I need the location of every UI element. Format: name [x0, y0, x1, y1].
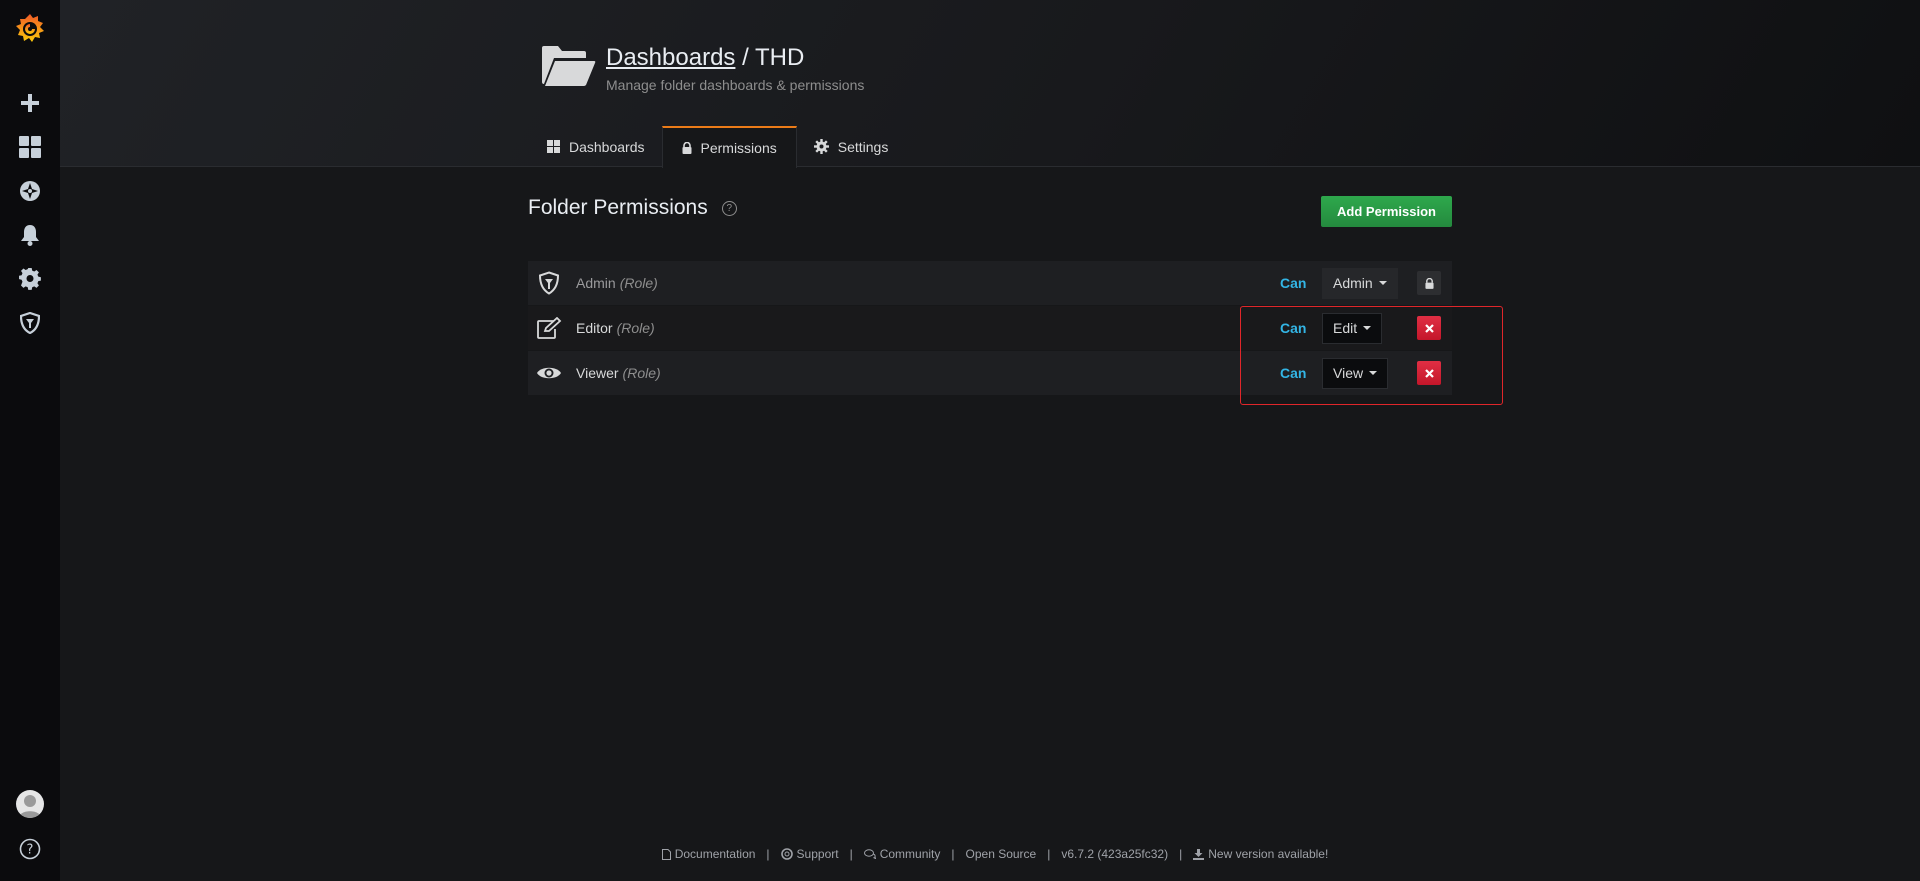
- explore-compass-icon[interactable]: [17, 178, 43, 203]
- footer-separator: |: [1179, 847, 1183, 861]
- footer-separator: |: [849, 847, 853, 861]
- edit-icon: [536, 315, 562, 341]
- permission-name: Editor (Role): [576, 320, 655, 336]
- tab-permissions[interactable]: Permissions: [661, 126, 797, 168]
- caret-down-icon: [1363, 326, 1372, 330]
- footer-support-link[interactable]: Support: [780, 847, 839, 861]
- download-icon: [1193, 848, 1205, 860]
- remove-icon: [1424, 368, 1434, 378]
- remove-permission-button[interactable]: [1417, 316, 1441, 340]
- permission-level-value: Edit: [1333, 320, 1358, 336]
- footer-separator: |: [951, 847, 955, 861]
- server-admin-shield-icon[interactable]: [17, 310, 43, 335]
- grafana-logo-icon[interactable]: [13, 12, 47, 46]
- role-tag: (Role): [619, 275, 658, 291]
- sidebar: ?: [0, 0, 60, 881]
- header-title-area: Dashboards / THD Manage folder dashboard…: [540, 40, 864, 93]
- permission-level-select[interactable]: View: [1322, 357, 1389, 389]
- permissions-table: Admin (Role) Can Admin Editor (Role) Can E…: [528, 261, 1452, 396]
- footer-link-label: Documentation: [674, 847, 756, 861]
- remove-icon: [1424, 323, 1434, 333]
- caret-down-icon: [1369, 371, 1378, 375]
- document-icon: [661, 848, 671, 860]
- footer-community-link[interactable]: Community: [863, 847, 941, 861]
- eye-icon: [536, 360, 562, 386]
- help-question-icon[interactable]: ?: [17, 836, 43, 861]
- footer-documentation-link[interactable]: Documentation: [661, 847, 756, 861]
- comments-icon: [863, 849, 876, 859]
- role-name: Editor: [576, 320, 613, 336]
- help-circle-icon[interactable]: ?: [721, 200, 737, 216]
- caret-down-icon: [1378, 281, 1387, 285]
- footer-link-label: Open Source: [965, 847, 1037, 861]
- role-tag: (Role): [616, 320, 655, 336]
- version-text: v6.7.2 (423a25fc32): [1061, 847, 1169, 861]
- dashboards-grid-icon[interactable]: [17, 134, 43, 159]
- page-title: Dashboards / THD: [606, 40, 864, 76]
- grid-icon: [547, 140, 560, 153]
- svg-text:?: ?: [27, 842, 34, 857]
- alerting-bell-icon[interactable]: [17, 222, 43, 247]
- page-subtitle: Manage folder dashboards & permissions: [606, 77, 865, 93]
- tab-dashboards[interactable]: Dashboards: [530, 126, 662, 167]
- footer: Documentation | Support | Community | Op…: [60, 847, 1920, 861]
- role-name: Viewer: [576, 365, 619, 381]
- permission-level-select[interactable]: Edit: [1322, 312, 1383, 344]
- create-plus-icon[interactable]: [17, 90, 43, 115]
- permission-row-viewer: Viewer (Role) Can View: [528, 351, 1452, 395]
- permission-name: Admin (Role): [576, 275, 658, 291]
- role-tag: (Role): [622, 365, 661, 381]
- tab-bar: Dashboards Permissions Settings: [530, 126, 906, 168]
- footer-separator: |: [766, 847, 770, 861]
- can-label: Can: [1280, 365, 1307, 381]
- footer-new-version-link[interactable]: New version available!: [1193, 847, 1328, 861]
- footer-link-label: New version available!: [1208, 847, 1329, 861]
- footer-version: v6.7.2 (423a25fc32): [1061, 847, 1168, 861]
- tab-label: Permissions: [700, 140, 777, 156]
- breadcrumb-separator: /: [735, 44, 755, 71]
- shield-icon: [536, 270, 562, 296]
- remove-permission-button[interactable]: [1417, 361, 1441, 385]
- permission-level-value: Admin: [1333, 275, 1373, 291]
- permission-row-admin: Admin (Role) Can Admin: [528, 261, 1452, 305]
- breadcrumb-dashboards-link[interactable]: Dashboards: [606, 44, 735, 71]
- footer-separator: |: [1047, 847, 1051, 861]
- folder-name: THD: [755, 44, 805, 71]
- permission-name: Viewer (Role): [576, 365, 661, 381]
- tab-settings[interactable]: Settings: [797, 126, 906, 167]
- permission-row-editor: Editor (Role) Can Edit: [528, 306, 1452, 350]
- add-permission-button[interactable]: Add Permission: [1321, 196, 1452, 227]
- configuration-gear-icon[interactable]: [17, 266, 43, 291]
- footer-link-label: Support: [796, 847, 839, 861]
- lock-icon: [1417, 271, 1441, 295]
- gear-icon: [813, 139, 829, 154]
- footer-link-label: Community: [879, 847, 941, 861]
- can-label: Can: [1280, 275, 1307, 291]
- section-title: Folder Permissions: [528, 196, 708, 219]
- folder-open-icon: [540, 44, 596, 90]
- support-lifebuoy-icon: [780, 848, 793, 860]
- page-header: Dashboards / THD Manage folder dashboard…: [60, 0, 1920, 168]
- role-name: Admin: [576, 275, 616, 291]
- section-header: Folder Permissions ?: [528, 196, 737, 220]
- footer-open-source-link[interactable]: Open Source: [966, 847, 1037, 861]
- permission-level-select: Admin: [1322, 267, 1398, 299]
- permission-level-value: View: [1333, 365, 1364, 381]
- tab-label: Settings: [837, 138, 889, 155]
- lock-icon: [682, 142, 691, 154]
- can-label: Can: [1280, 320, 1307, 336]
- tab-label: Dashboards: [569, 138, 645, 155]
- user-avatar[interactable]: [16, 790, 44, 818]
